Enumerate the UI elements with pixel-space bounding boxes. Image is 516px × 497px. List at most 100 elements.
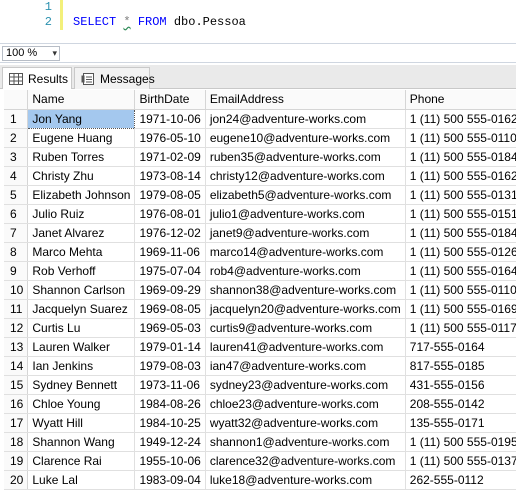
cell-email[interactable]: ian47@adventure-works.com bbox=[205, 356, 406, 376]
cell-name[interactable]: Ruben Torres bbox=[27, 147, 136, 167]
cell-email[interactable]: christy12@adventure-works.com bbox=[205, 166, 406, 186]
row-number[interactable]: 13 bbox=[4, 337, 29, 357]
row-number[interactable]: 4 bbox=[4, 166, 29, 186]
cell-email[interactable]: jon24@adventure-works.com bbox=[205, 109, 406, 129]
cell-name[interactable]: Jacquelyn Suarez bbox=[27, 299, 136, 319]
table-row[interactable]: 8 Marco Mehta 1969-11-06 marco14@adventure-… bbox=[4, 242, 516, 262]
cell-phone[interactable]: 1 (11) 500 555-0110 bbox=[405, 128, 516, 148]
cell-name[interactable]: Rob Verhoff bbox=[27, 261, 136, 281]
column-header-name[interactable]: Name bbox=[27, 90, 136, 110]
row-number[interactable]: 12 bbox=[4, 318, 29, 338]
table-row[interactable]: 19 Clarence Rai 1955-10-06 clarence32@adven… bbox=[4, 451, 516, 471]
row-number[interactable]: 14 bbox=[4, 356, 29, 376]
row-number[interactable]: 6 bbox=[4, 204, 29, 224]
cell-birthdate[interactable]: 1955-10-06 bbox=[134, 451, 206, 471]
table-row[interactable]: 9 Rob Verhoff 1975-07-04 rob4@adventure-wor… bbox=[4, 261, 516, 281]
column-header-birthdate[interactable]: BirthDate bbox=[134, 90, 206, 110]
cell-birthdate[interactable]: 1976-12-02 bbox=[134, 223, 206, 243]
table-row[interactable]: 14 Ian Jenkins 1979-08-03 ian47@adventure-w… bbox=[4, 356, 516, 376]
cell-birthdate[interactable]: 1976-08-01 bbox=[134, 204, 206, 224]
cell-birthdate[interactable]: 1969-08-05 bbox=[134, 299, 206, 319]
table-row[interactable]: 18 Shannon Wang 1949-12-24 shannon1@adventu… bbox=[4, 432, 516, 452]
row-number[interactable]: 5 bbox=[4, 185, 29, 205]
cell-name[interactable]: Jon Yang bbox=[27, 108, 136, 129]
cell-phone[interactable]: 817-555-0185 bbox=[405, 356, 516, 376]
cell-email[interactable]: marco14@adventure-works.com bbox=[205, 242, 406, 262]
row-number[interactable]: 11 bbox=[4, 299, 29, 319]
cell-email[interactable]: eugene10@adventure-works.com bbox=[205, 128, 406, 148]
cell-birthdate[interactable]: 1969-09-29 bbox=[134, 280, 206, 300]
row-number[interactable]: 9 bbox=[4, 261, 29, 281]
cell-email[interactable]: wyatt32@adventure-works.com bbox=[205, 413, 406, 433]
cell-phone[interactable]: 1 (11) 500 555-0137 bbox=[405, 451, 516, 471]
cell-birthdate[interactable]: 1983-09-04 bbox=[134, 470, 206, 490]
cell-name[interactable]: Marco Mehta bbox=[27, 242, 136, 262]
cell-name[interactable]: Ian Jenkins bbox=[27, 356, 136, 376]
cell-name[interactable]: Shannon Wang bbox=[27, 432, 136, 452]
table-row[interactable]: 13 Lauren Walker 1979-01-14 lauren41@advent… bbox=[4, 337, 516, 357]
row-number[interactable]: 16 bbox=[4, 394, 29, 414]
row-number[interactable]: 2 bbox=[4, 128, 29, 148]
horizontal-scrollbar[interactable] bbox=[64, 50, 512, 57]
cell-birthdate[interactable]: 1969-11-06 bbox=[134, 242, 206, 262]
column-header-email[interactable]: EmailAddress bbox=[205, 90, 406, 110]
cell-phone[interactable]: 262-555-0112 bbox=[405, 470, 516, 490]
cell-name[interactable]: Lauren Walker bbox=[27, 337, 136, 357]
cell-email[interactable]: ruben35@adventure-works.com bbox=[205, 147, 406, 167]
cell-name[interactable]: Eugene Huang bbox=[27, 128, 136, 148]
table-row[interactable]: 1 Jon Yang 1971-10-06 jon24@adventure-works… bbox=[4, 108, 516, 129]
cell-birthdate[interactable]: 1975-07-04 bbox=[134, 261, 206, 281]
table-row[interactable]: 7 Janet Alvarez 1976-12-02 janet9@adventure… bbox=[4, 223, 516, 243]
cell-email[interactable]: jacquelyn20@adventure-works.com bbox=[205, 299, 406, 319]
cell-email[interactable]: julio1@adventure-works.com bbox=[205, 204, 406, 224]
cell-phone[interactable]: 431-555-0156 bbox=[405, 375, 516, 395]
results-grid[interactable]: Name BirthDate EmailAddress Phone 1 Jon Y… bbox=[4, 90, 516, 497]
cell-name[interactable]: Sydney Bennett bbox=[27, 375, 136, 395]
cell-phone[interactable]: 1 (11) 500 555-0110 bbox=[405, 280, 516, 300]
cell-phone[interactable]: 1 (11) 500 555-0184 bbox=[405, 147, 516, 167]
zoom-dropdown[interactable]: 100 % ▾ bbox=[2, 46, 60, 61]
cell-name[interactable]: Shannon Carlson bbox=[27, 280, 136, 300]
row-number[interactable]: 7 bbox=[4, 223, 29, 243]
cell-phone[interactable]: 1 (11) 500 555-0126 bbox=[405, 242, 516, 262]
table-row[interactable]: 15 Sydney Bennett 1973-11-06 sydney23@adven… bbox=[4, 375, 516, 395]
cell-email[interactable]: curtis9@adventure-works.com bbox=[205, 318, 406, 338]
cell-birthdate[interactable]: 1979-08-03 bbox=[134, 356, 206, 376]
cell-name[interactable]: Wyatt Hill bbox=[27, 413, 136, 433]
row-number[interactable]: 17 bbox=[4, 413, 29, 433]
cell-birthdate[interactable]: 1973-11-06 bbox=[134, 375, 206, 395]
column-header-phone[interactable]: Phone bbox=[405, 90, 516, 110]
cell-birthdate[interactable]: 1984-08-26 bbox=[134, 394, 206, 414]
cell-email[interactable]: shannon1@adventure-works.com bbox=[205, 432, 406, 452]
cell-phone[interactable]: 1 (11) 500 555-0162 bbox=[405, 109, 516, 129]
cell-name[interactable]: Julio Ruiz bbox=[27, 204, 136, 224]
grid-corner[interactable] bbox=[4, 90, 29, 110]
cell-phone[interactable]: 1 (11) 500 555-0169 bbox=[405, 299, 516, 319]
table-row[interactable]: 11 Jacquelyn Suarez 1969-08-05 jacquelyn20@… bbox=[4, 299, 516, 319]
table-row[interactable]: 3 Ruben Torres 1971-02-09 ruben35@adventure… bbox=[4, 147, 516, 167]
cell-phone[interactable]: 135-555-0171 bbox=[405, 413, 516, 433]
cell-birthdate[interactable]: 1949-12-24 bbox=[134, 432, 206, 452]
row-number[interactable]: 3 bbox=[4, 147, 29, 167]
cell-phone[interactable]: 1 (11) 500 555-0131 bbox=[405, 185, 516, 205]
cell-birthdate[interactable]: 1976-05-10 bbox=[134, 128, 206, 148]
cell-birthdate[interactable]: 1971-10-06 bbox=[134, 109, 206, 129]
cell-email[interactable]: chloe23@adventure-works.com bbox=[205, 394, 406, 414]
cell-phone[interactable]: 1 (11) 500 555-0184 bbox=[405, 223, 516, 243]
cell-email[interactable]: rob4@adventure-works.com bbox=[205, 261, 406, 281]
cell-email[interactable]: clarence32@adventure-works.com bbox=[205, 451, 406, 471]
code-line[interactable]: SELECT * FROM dbo.Pessoa bbox=[73, 15, 246, 29]
cell-email[interactable]: lauren41@adventure-works.com bbox=[205, 337, 406, 357]
cell-name[interactable]: Chloe Young bbox=[27, 394, 136, 414]
cell-phone[interactable]: 1 (11) 500 555-0195 bbox=[405, 432, 516, 452]
table-row[interactable]: 2 Eugene Huang 1976-05-10 eugene10@adventur… bbox=[4, 128, 516, 148]
cell-birthdate[interactable]: 1979-01-14 bbox=[134, 337, 206, 357]
row-number[interactable]: 18 bbox=[4, 432, 29, 452]
cell-birthdate[interactable]: 1971-02-09 bbox=[134, 147, 206, 167]
table-row[interactable]: 6 Julio Ruiz 1976-08-01 julio1@adventure-wo… bbox=[4, 204, 516, 224]
cell-phone[interactable]: 717-555-0164 bbox=[405, 337, 516, 357]
cell-email[interactable]: luke18@adventure-works.com bbox=[205, 470, 406, 490]
cell-birthdate[interactable]: 1969-05-03 bbox=[134, 318, 206, 338]
cell-email[interactable]: sydney23@adventure-works.com bbox=[205, 375, 406, 395]
cell-email[interactable]: shannon38@adventure-works.com bbox=[205, 280, 406, 300]
